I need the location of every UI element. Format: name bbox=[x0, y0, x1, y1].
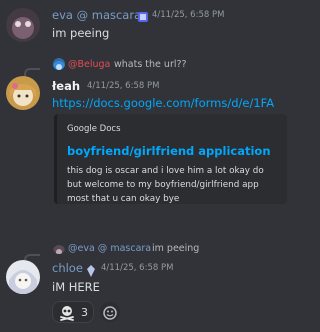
reply-avatar bbox=[53, 242, 65, 254]
role-icon bbox=[86, 262, 96, 277]
add-reaction-icon bbox=[103, 305, 117, 320]
message-link[interactable]: https://docs.google.com/forms/d/e/1FA bbox=[52, 96, 274, 110]
skull-crossbones-icon bbox=[59, 305, 75, 321]
reaction-count: 3 bbox=[81, 306, 88, 319]
avatar-image bbox=[6, 260, 40, 294]
avatar-image bbox=[6, 76, 40, 110]
avatar-eva[interactable] bbox=[6, 8, 40, 42]
author-name[interactable]: eva @ mascara bbox=[52, 8, 141, 22]
role-icon bbox=[137, 8, 149, 22]
avatar-chloe[interactable] bbox=[6, 260, 40, 294]
embed-description-line: this dog is oscar and i love him a lot o… bbox=[67, 166, 264, 176]
embed-description-line: most that u can okay bye bbox=[67, 194, 180, 204]
reply-avatar bbox=[53, 58, 65, 70]
timestamp: 4/11/25, 6:58 PM bbox=[152, 10, 225, 20]
author-name[interactable]: łeah bbox=[52, 79, 80, 93]
embed-title[interactable]: boyfriend/girlfriend application bbox=[67, 144, 271, 158]
link-embed: Google Docs boyfriend/girlfriend applica… bbox=[54, 114, 287, 204]
timestamp: 4/11/25, 6:58 PM bbox=[87, 81, 160, 91]
timestamp: 4/11/25, 6:58 PM bbox=[101, 263, 174, 273]
reply-mention[interactable]: @eva @ mascara bbox=[68, 243, 151, 254]
reply-preview[interactable]: whats the url?? bbox=[114, 59, 187, 70]
author-name[interactable]: chloe bbox=[52, 261, 83, 275]
embed-provider: Google Docs bbox=[67, 124, 121, 134]
message-content: im peeing bbox=[52, 26, 110, 40]
avatar-leah[interactable] bbox=[6, 76, 40, 110]
message-content: iM HERE bbox=[52, 280, 100, 294]
reply-mention[interactable]: @Beluga bbox=[68, 59, 110, 70]
avatar-image bbox=[6, 8, 40, 42]
add-reaction-button[interactable] bbox=[100, 302, 120, 322]
reply-preview[interactable]: im peeing bbox=[152, 243, 199, 254]
embed-description-line: but welcome to my boyfriend/girlfriend a… bbox=[67, 180, 259, 190]
reaction-button[interactable]: 3 bbox=[52, 301, 94, 323]
